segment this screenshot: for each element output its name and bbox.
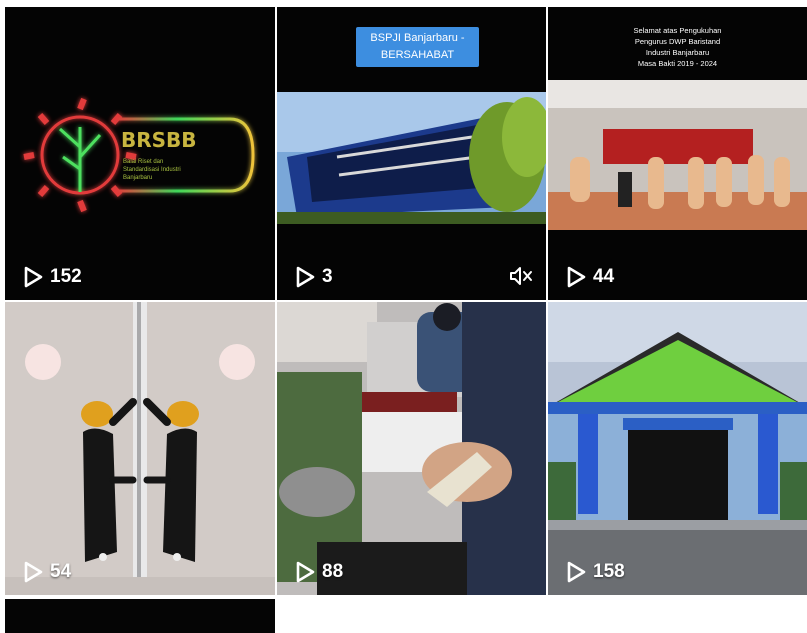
video-tile-7[interactable] — [5, 599, 275, 633]
video-caption: Selamat atas Pengukuhan Pengurus DWP Bar… — [548, 25, 807, 69]
play-icon — [24, 561, 43, 583]
caption-line-2: BERSAHABAT — [380, 49, 455, 61]
view-count: 44 — [565, 266, 614, 288]
play-icon — [567, 561, 586, 583]
view-count: 3 — [294, 266, 333, 288]
video-tile-3[interactable]: Selamat atas Pengukuhan Pengurus DWP Bar… — [548, 7, 807, 300]
view-count: 54 — [22, 561, 71, 583]
view-count-number: 44 — [593, 266, 615, 287]
view-count: 88 — [294, 561, 343, 583]
logo-thumbnail: BRSBB Balai Riset dan Standardisasi Indu… — [5, 7, 275, 300]
video-tile-1[interactable]: BRSBB Balai Riset dan Standardisasi Indu… — [5, 7, 275, 300]
play-icon — [296, 561, 315, 583]
view-count-number: 54 — [50, 561, 72, 582]
building-facade-thumbnail — [548, 302, 807, 595]
play-icon — [24, 266, 43, 288]
caption-line-2: Pengurus DWP Baristand — [634, 37, 721, 46]
video-tile-5[interactable]: 88 — [277, 302, 546, 595]
mirrored-figures-thumbnail — [5, 302, 275, 595]
video-tile-4[interactable]: 54 — [5, 302, 275, 595]
view-count-number: 88 — [322, 561, 344, 582]
view-count: 158 — [565, 561, 625, 583]
video-caption: BSPJI Banjarbaru - BERSAHABAT — [356, 27, 479, 67]
view-count-number: 158 — [593, 561, 625, 582]
view-count-number: 152 — [50, 266, 82, 287]
speaker-muted-icon[interactable] — [508, 264, 534, 288]
logo-line-1: Balai Riset dan — [123, 159, 163, 165]
video-grid: BRSBB Balai Riset dan Standardisasi Indu… — [0, 0, 807, 633]
video-tile-6[interactable]: 158 — [548, 302, 807, 595]
logo-line-3: Banjarbaru — [123, 175, 152, 181]
logo-line-2: Standardisasi Industri — [123, 167, 181, 173]
play-icon — [296, 266, 315, 288]
caption-line-3: Industri Banjarbaru — [645, 48, 710, 57]
caption-line-4: Masa Bakti 2019 - 2024 — [637, 59, 718, 68]
office-counting-thumbnail — [277, 302, 546, 595]
view-count: 152 — [22, 266, 82, 288]
caption-line-1: BSPJI Banjarbaru - — [370, 32, 465, 44]
video-tile-2[interactable]: BSPJI Banjarbaru - BERSAHABAT 3 — [277, 7, 546, 300]
view-count-number: 3 — [322, 266, 333, 287]
play-icon — [567, 266, 586, 288]
logo-acronym: BRSBB — [121, 128, 197, 152]
caption-line-1: Selamat atas Pengukuhan — [633, 26, 722, 35]
